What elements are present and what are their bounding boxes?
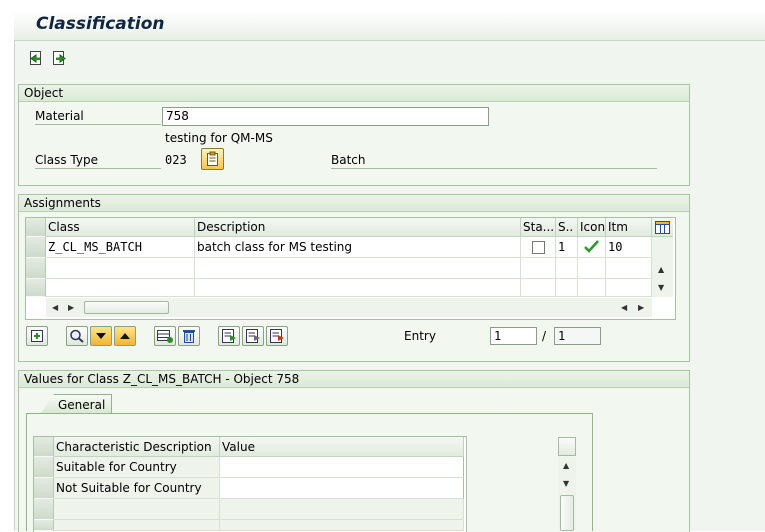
cell-value-input[interactable] xyxy=(220,499,464,520)
move-up-button[interactable] xyxy=(114,326,136,346)
values-group-header: Values for Class Z_CL_MS_BATCH - Object … xyxy=(19,371,689,388)
tab-general-label: General xyxy=(58,398,106,412)
vertical-scroll-thumb[interactable] xyxy=(560,495,574,531)
entry-label: Entry xyxy=(404,329,436,343)
material-description: testing for QM-MS xyxy=(165,131,273,145)
insert-row-icon xyxy=(157,330,173,343)
cell-value-input[interactable] xyxy=(220,457,464,478)
details-icon xyxy=(31,330,43,342)
entry-separator: / xyxy=(542,329,547,343)
object-group-header: Object xyxy=(19,85,689,102)
cell-characteristic xyxy=(54,499,220,520)
scroll-right-end-icon[interactable]: ▶ xyxy=(638,303,644,312)
table-settings-icon xyxy=(655,221,670,234)
scroll-up-icon[interactable]: ▲ xyxy=(658,265,664,274)
entry-total-field: 1 xyxy=(554,327,601,345)
deselect-all-button[interactable] xyxy=(266,326,288,346)
column-header-class[interactable]: Class xyxy=(46,218,195,237)
scroll-right-icon[interactable]: ▶ xyxy=(68,303,74,312)
material-label: Material xyxy=(35,109,161,125)
row-selector[interactable] xyxy=(34,457,54,478)
cell-itm[interactable] xyxy=(606,258,652,279)
column-header-value[interactable]: Value xyxy=(220,437,464,457)
class-type-field[interactable]: 023 xyxy=(165,153,187,167)
cell-value-input[interactable] xyxy=(220,520,464,531)
row-selector[interactable] xyxy=(34,499,54,520)
select-all-button[interactable] xyxy=(218,326,240,346)
row-selector[interactable] xyxy=(34,520,54,531)
select-all-icon xyxy=(222,329,236,343)
scroll-down-icon[interactable]: ▼ xyxy=(563,479,569,488)
triangle-down-icon xyxy=(96,333,106,339)
row-selector[interactable] xyxy=(26,279,46,297)
cell-status xyxy=(521,237,556,258)
class-type-help-button[interactable] xyxy=(201,148,224,170)
next-object-icon[interactable] xyxy=(52,50,68,66)
cell-characteristic: Suitable for Country xyxy=(54,457,220,478)
column-header-icon[interactable]: Icon xyxy=(578,218,606,237)
object-group: Object xyxy=(18,84,690,186)
cell-s: 1 xyxy=(556,237,578,258)
horizontal-scroll-thumb[interactable] xyxy=(84,301,169,314)
cell-icon xyxy=(578,237,606,258)
column-header-s[interactable]: S.. xyxy=(556,218,578,237)
triangle-up-icon xyxy=(120,333,130,339)
cell-icon xyxy=(578,279,606,297)
scroll-up-icon[interactable]: ▲ xyxy=(563,461,569,470)
cell-characteristic: Not Suitable for Country xyxy=(54,478,220,499)
cell-description xyxy=(195,279,521,297)
column-settings-button[interactable] xyxy=(652,218,673,237)
cell-description: batch class for MS testing xyxy=(195,237,521,258)
scroll-down-icon[interactable]: ▼ xyxy=(658,283,664,292)
magnifier-icon xyxy=(70,329,84,343)
column-header-status[interactable]: Sta... xyxy=(521,218,556,237)
select-all-corner[interactable] xyxy=(26,218,46,237)
cell-value-input[interactable] xyxy=(220,478,464,499)
cell-status xyxy=(521,258,556,279)
characteristics-vertical-scrollbar[interactable]: ▲ ▼ xyxy=(558,457,576,531)
cell-itm[interactable] xyxy=(606,279,652,297)
clipboard-icon xyxy=(207,151,218,166)
horizontal-scrollbar[interactable]: ◀ ▶ ◀ ▶ xyxy=(46,298,652,317)
cell-s xyxy=(556,279,578,297)
vertical-scrollbar[interactable]: ▲ ▼ xyxy=(652,237,673,297)
column-header-characteristic[interactable]: Characteristic Description xyxy=(54,437,220,457)
checkmark-icon xyxy=(584,240,599,253)
select-all-corner[interactable] xyxy=(34,437,54,457)
find-button[interactable] xyxy=(66,326,88,346)
row-selector[interactable] xyxy=(34,478,54,499)
characteristics-settings-button[interactable] xyxy=(558,437,576,456)
select-block-icon xyxy=(246,329,260,343)
select-block-button[interactable] xyxy=(242,326,264,346)
cell-characteristic xyxy=(54,520,220,531)
details-button[interactable] xyxy=(26,326,48,346)
delete-row-button[interactable] xyxy=(178,326,200,346)
cell-itm[interactable]: 10 xyxy=(606,237,652,258)
move-down-button[interactable] xyxy=(90,326,112,346)
class-type-label: Class Type xyxy=(35,153,161,169)
cell-icon xyxy=(578,258,606,279)
cell-class[interactable] xyxy=(46,279,195,297)
cell-description xyxy=(195,258,521,279)
scroll-left-end-icon[interactable]: ◀ xyxy=(621,303,627,312)
deselect-all-icon xyxy=(270,329,284,343)
insert-row-button[interactable] xyxy=(154,326,176,346)
status-checkbox[interactable] xyxy=(532,241,545,254)
class-type-description: Batch xyxy=(331,153,657,169)
page-title: Classification xyxy=(36,14,165,34)
cell-s xyxy=(556,258,578,279)
trash-icon xyxy=(183,330,195,343)
column-header-description[interactable]: Description xyxy=(195,218,521,237)
row-selector[interactable] xyxy=(26,237,46,258)
previous-object-icon[interactable] xyxy=(27,50,43,66)
material-field[interactable]: 758 xyxy=(162,107,489,126)
column-header-itm[interactable]: Itm xyxy=(606,218,652,237)
assignments-group-header: Assignments xyxy=(19,195,689,212)
cell-class[interactable]: Z_CL_MS_BATCH xyxy=(46,237,195,258)
cell-class[interactable] xyxy=(46,258,195,279)
row-selector[interactable] xyxy=(26,258,46,279)
cell-status xyxy=(521,279,556,297)
scroll-left-icon[interactable]: ◀ xyxy=(52,303,58,312)
entry-field[interactable]: 1 xyxy=(490,327,537,345)
